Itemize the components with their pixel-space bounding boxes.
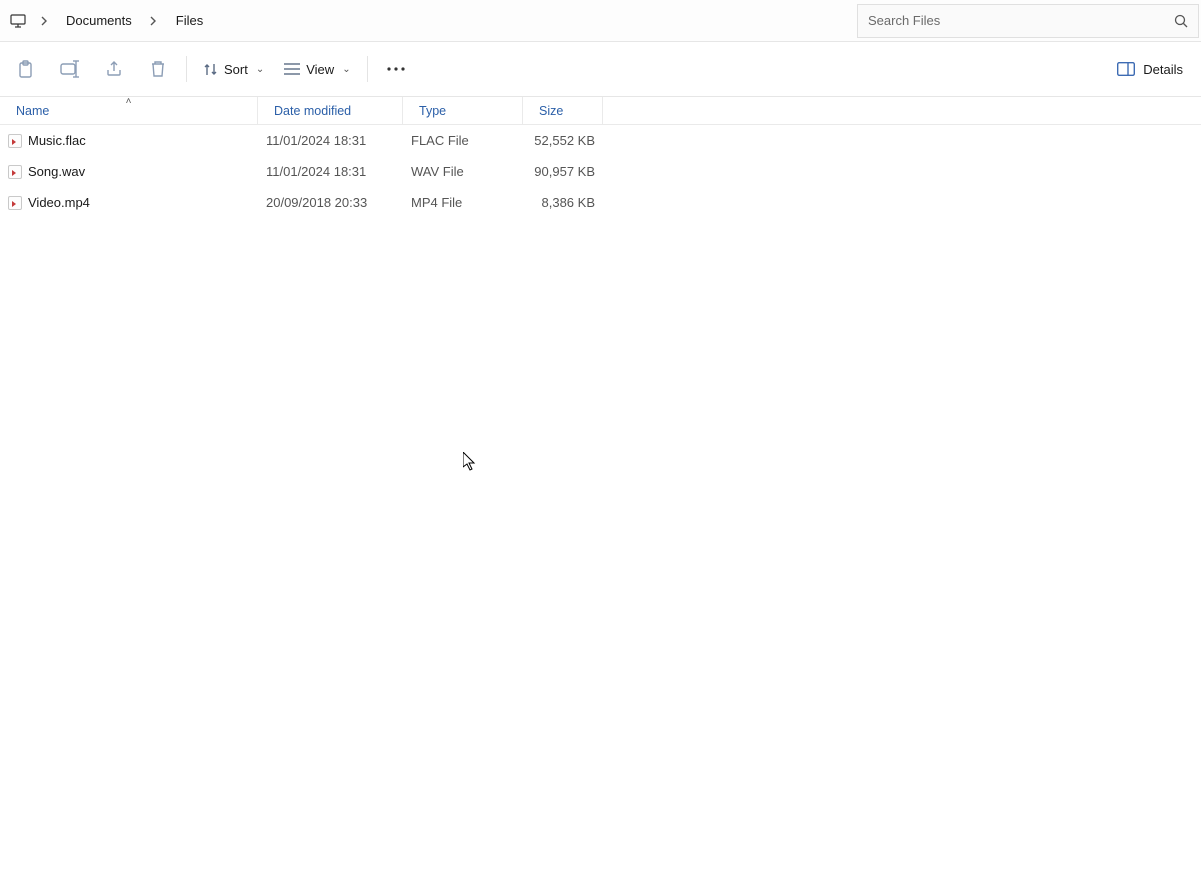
file-type: FLAC File — [403, 133, 523, 148]
share-button[interactable] — [92, 49, 136, 89]
paste-button[interactable] — [4, 49, 48, 89]
delete-button[interactable] — [136, 49, 180, 89]
column-header-type[interactable]: Type — [403, 97, 523, 124]
details-label: Details — [1143, 62, 1183, 77]
toolbar: Sort ⌄ View ⌄ Details — [0, 42, 1201, 97]
file-date: 20/09/2018 20:33 — [258, 195, 403, 210]
media-file-icon — [8, 134, 22, 148]
mouse-cursor — [463, 452, 477, 472]
more-button[interactable] — [374, 49, 418, 89]
sort-icon — [203, 62, 218, 77]
file-name: Video.mp4 — [28, 195, 90, 210]
file-size: 8,386 KB — [523, 195, 603, 210]
view-icon — [284, 63, 300, 75]
search-box[interactable] — [857, 4, 1199, 38]
toolbar-separator — [186, 56, 187, 82]
search-icon[interactable] — [1174, 14, 1188, 28]
file-type: WAV File — [403, 164, 523, 179]
chevron-right-icon[interactable] — [34, 16, 54, 26]
file-name: Music.flac — [28, 133, 86, 148]
sort-ascending-icon: ˄ — [126, 96, 132, 107]
file-row[interactable]: Video.mp4 20/09/2018 20:33 MP4 File 8,38… — [0, 187, 1201, 218]
sort-button[interactable]: Sort ⌄ — [193, 49, 274, 89]
file-row[interactable]: Music.flac 11/01/2024 18:31 FLAC File 52… — [0, 125, 1201, 156]
column-header-name[interactable]: ˄ Name — [0, 97, 258, 124]
chevron-down-icon: ⌄ — [342, 64, 350, 75]
toolbar-separator — [367, 56, 368, 82]
column-header-size[interactable]: Size — [523, 97, 603, 124]
breadcrumb-segment-documents[interactable]: Documents — [60, 9, 138, 32]
file-date: 11/01/2024 18:31 — [258, 133, 403, 148]
file-size: 90,957 KB — [523, 164, 603, 179]
file-name: Song.wav — [28, 164, 85, 179]
file-date: 11/01/2024 18:31 — [258, 164, 403, 179]
view-label: View — [306, 62, 334, 77]
pc-icon[interactable] — [8, 11, 28, 31]
sort-label: Sort — [224, 62, 248, 77]
chevron-right-icon[interactable] — [144, 16, 164, 26]
view-button[interactable]: View ⌄ — [274, 49, 360, 89]
column-headers: ˄ Name Date modified Type Size — [0, 97, 1201, 125]
chevron-down-icon: ⌄ — [256, 64, 264, 75]
details-icon — [1117, 62, 1135, 76]
file-size: 52,552 KB — [523, 133, 603, 148]
media-file-icon — [8, 196, 22, 210]
file-type: MP4 File — [403, 195, 523, 210]
file-list: Music.flac 11/01/2024 18:31 FLAC File 52… — [0, 125, 1201, 218]
details-pane-button[interactable]: Details — [1103, 49, 1197, 89]
rename-button[interactable] — [48, 49, 92, 89]
media-file-icon — [8, 165, 22, 179]
breadcrumb[interactable]: Documents Files — [0, 9, 857, 32]
breadcrumb-segment-files[interactable]: Files — [170, 9, 209, 32]
column-header-date[interactable]: Date modified — [258, 97, 403, 124]
address-bar: Documents Files — [0, 0, 1201, 42]
file-row[interactable]: Song.wav 11/01/2024 18:31 WAV File 90,95… — [0, 156, 1201, 187]
search-input[interactable] — [868, 13, 1174, 28]
